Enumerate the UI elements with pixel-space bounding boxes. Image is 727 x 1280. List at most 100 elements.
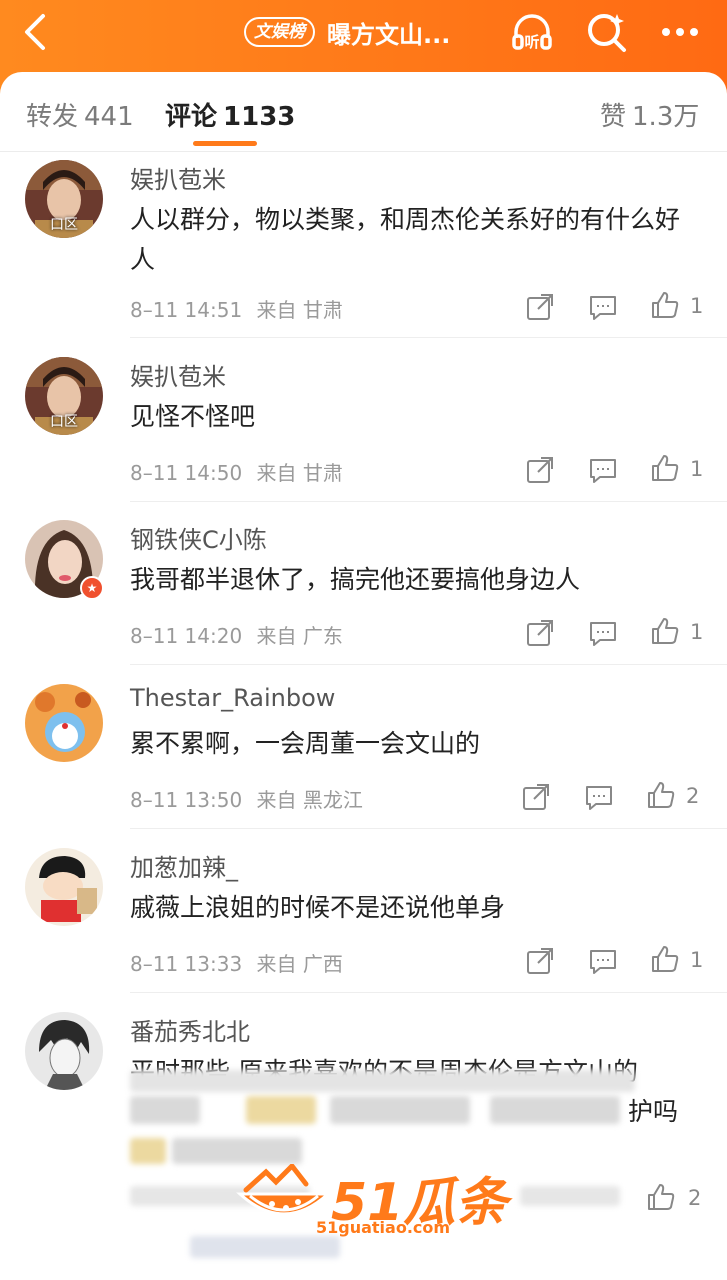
avatar[interactable]: 口区 [25, 160, 103, 238]
blurred-meta [520, 1186, 620, 1206]
tab-reposts[interactable]: 转发 441 [26, 96, 134, 133]
comment-divider [130, 664, 727, 665]
comment-item: ★ 钢铁侠C小陈 我哥都半退休了，搞完他还要搞他身边人 8–11 14:20 来… [0, 520, 727, 665]
username[interactable]: 加葱加辣_ [130, 848, 238, 883]
tab-bar: 转发 441 评论 1133 赞 1.3万 [0, 72, 727, 152]
blurred-text [130, 1138, 166, 1164]
comment-item: Thestar_Rainbow 累不累啊，一会周董一会文山的 8–11 13:5… [0, 684, 727, 829]
comment-text: 戚薇上浪姐的时候不是还说他单身 [130, 893, 506, 922]
username[interactable]: 钢铁侠C小陈 [130, 520, 267, 555]
username[interactable]: 娱扒苞米 [130, 160, 226, 195]
like-count: 1 [690, 620, 704, 644]
tab-reposts-count: 441 [84, 102, 134, 132]
blurred-overlay [130, 1070, 635, 1092]
avatar[interactable] [25, 1012, 103, 1090]
reply-icon[interactable] [588, 946, 618, 976]
username[interactable]: 娱扒苞米 [130, 357, 226, 392]
search-sparkle-icon [588, 14, 626, 52]
active-tab-indicator [193, 141, 257, 146]
tab-comments-label: 评论 [165, 102, 218, 132]
blurred-text [246, 1096, 316, 1124]
comment-meta: 8–11 14:51 来自 甘肃 [130, 294, 343, 323]
comment-meta: 8–11 14:50 来自 甘肃 [130, 457, 343, 486]
tab-likes-label: 赞 [600, 102, 627, 132]
comment-item: 口区 娱扒苞米 人以群分，物以类聚，和周杰伦关系好的有什么好人 8–11 14:… [0, 160, 727, 338]
comment-item: 口区 娱扒苞米 见怪不怪吧 8–11 14:50 来自 甘肃 1 [0, 357, 727, 502]
tab-likes[interactable]: 赞 1.3万 [600, 96, 699, 133]
comment-divider [130, 501, 727, 502]
blurred-text [330, 1096, 470, 1124]
username[interactable]: 番茄秀北北 [130, 1012, 250, 1047]
reply-icon[interactable] [584, 782, 614, 812]
watermark-logo: 51瓜条 51guatiao.com [236, 1160, 507, 1240]
comment-location: 来自 广东 [256, 624, 343, 648]
comment-time: 8–11 14:51 [130, 298, 243, 322]
title-area: 文娱榜 曝方文山... [244, 12, 450, 52]
share-icon[interactable] [525, 455, 555, 485]
comment-divider [130, 992, 727, 993]
username[interactable]: Thestar_Rainbow [130, 684, 335, 712]
avatar-badge-text: 口区 [50, 217, 78, 233]
comment-time: 8–11 14:20 [130, 624, 243, 648]
page-title[interactable]: 曝方文山... [327, 15, 450, 50]
avatar[interactable]: 口区 [25, 357, 103, 435]
comment-time: 8–11 13:33 [130, 952, 243, 976]
comment-meta: 8–11 13:33 来自 广西 [130, 948, 343, 977]
watermark-url: 51guatiao.com [316, 1218, 451, 1237]
like-count: 1 [690, 294, 704, 318]
tab-likes-count: 1.3万 [632, 102, 700, 132]
comment-text: 累不累啊，一会周董一会文山的 [130, 729, 481, 758]
avatar-badge-text: 口区 [50, 414, 78, 430]
like-count: 1 [690, 948, 704, 972]
comment-text: 我哥都半退休了，搞完他还要搞他身边人 [130, 565, 581, 594]
reply-icon[interactable] [588, 618, 618, 648]
comment-location: 来自 甘肃 [256, 461, 343, 485]
like-icon[interactable] [650, 616, 680, 646]
tab-comments-count: 1133 [223, 102, 296, 132]
comment-time: 8–11 14:50 [130, 461, 243, 485]
ranking-tag[interactable]: 文娱榜 [244, 17, 315, 47]
chevron-left-icon [25, 14, 45, 50]
comment-divider [130, 828, 727, 829]
comment-divider [130, 337, 727, 338]
watermelon-logo-icon [236, 1164, 332, 1216]
comment-item: 加葱加辣_ 戚薇上浪姐的时候不是还说他单身 8–11 13:33 来自 广西 1 [0, 848, 727, 993]
svg-text:听: 听 [524, 33, 539, 51]
comment-text-partial: 护吗 [628, 1097, 679, 1126]
share-icon[interactable] [525, 618, 555, 648]
share-icon[interactable] [525, 946, 555, 976]
comment-text: 见怪不怪吧 [130, 402, 256, 431]
share-icon[interactable] [525, 292, 555, 322]
like-icon[interactable] [650, 453, 680, 483]
more-dots-icon [662, 28, 698, 36]
verified-badge: ★ [80, 576, 104, 600]
like-icon[interactable] [650, 944, 680, 974]
like-icon[interactable] [646, 1182, 676, 1212]
comment-location: 来自 广西 [256, 952, 343, 976]
tab-comments[interactable]: 评论 1133 [165, 96, 295, 133]
avatar[interactable] [25, 848, 103, 926]
comment-time: 8–11 13:50 [130, 788, 243, 812]
comment-location: 来自 黑龙江 [256, 788, 363, 812]
comment-text: 人以群分，物以类聚，和周杰伦关系好的有什么好人 [130, 205, 681, 274]
comment-meta: 8–11 13:50 来自 黑龙江 [130, 784, 363, 813]
search-button[interactable] [582, 8, 630, 56]
blurred-text [490, 1096, 620, 1124]
back-button[interactable] [14, 10, 54, 54]
like-icon[interactable] [650, 290, 680, 320]
like-count: 1 [690, 457, 704, 481]
tab-reposts-label: 转发 [26, 102, 79, 132]
like-icon[interactable] [646, 780, 676, 810]
like-count: 2 [688, 1186, 702, 1210]
reply-icon[interactable] [588, 455, 618, 485]
listen-button[interactable]: 听 [508, 8, 556, 56]
share-icon[interactable] [521, 782, 551, 812]
comment-location: 来自 甘肃 [256, 298, 343, 322]
comment-meta: 8–11 14:20 来自 广东 [130, 620, 343, 649]
more-button[interactable] [656, 8, 704, 56]
like-count: 2 [686, 784, 700, 808]
avatar[interactable] [25, 684, 103, 762]
headphones-icon: 听 [512, 14, 552, 51]
blurred-text [130, 1096, 200, 1124]
reply-icon[interactable] [588, 292, 618, 322]
